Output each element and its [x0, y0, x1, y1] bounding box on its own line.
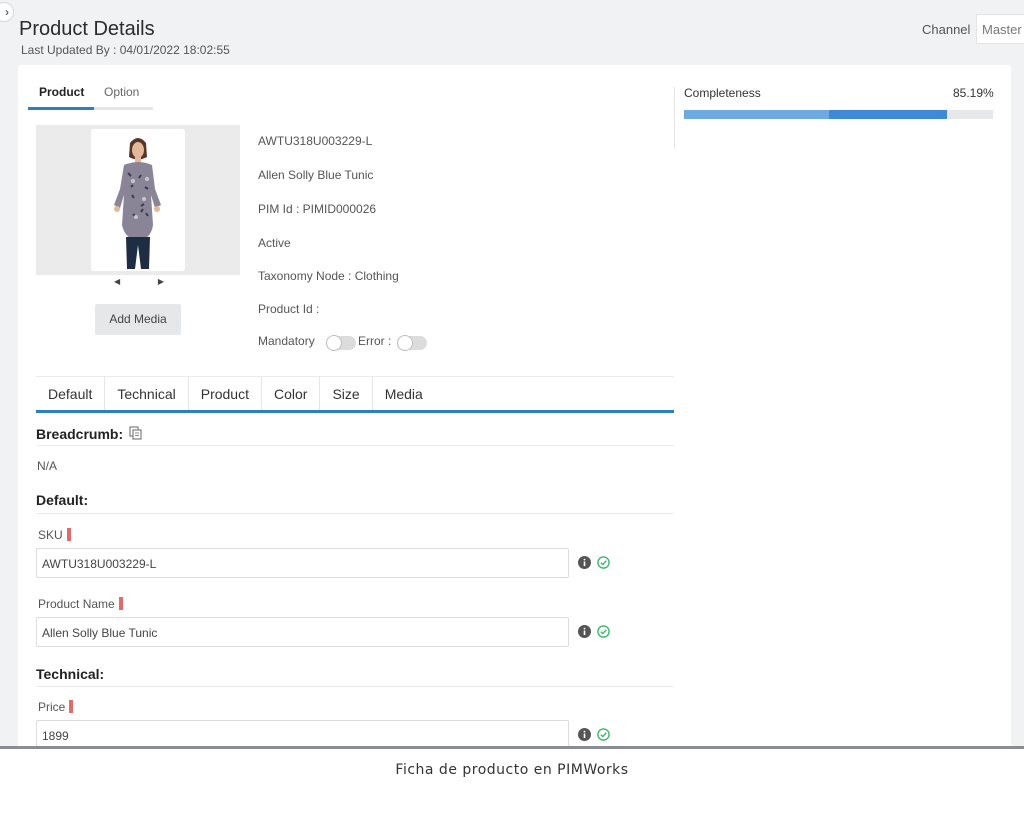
page-title: Product Details: [19, 18, 155, 40]
product-name-label: Product Name: [38, 597, 123, 611]
mandatory-label: Mandatory: [258, 334, 315, 348]
check-circle-icon: [597, 625, 610, 638]
completeness-label: Completeness: [684, 86, 761, 100]
channel-select[interactable]: Master: [976, 14, 1024, 44]
tab-default[interactable]: Default: [36, 377, 106, 410]
breadcrumb-value: N/A: [37, 459, 58, 473]
price-label-text: Price: [38, 700, 66, 714]
technical-heading: Technical:: [36, 666, 105, 682]
app-window: › Product Details Last Updated By : 04/0…: [0, 0, 1024, 746]
divider: [36, 513, 674, 514]
tab-media[interactable]: Media: [373, 377, 435, 410]
divider: [36, 445, 674, 446]
required-marker: [69, 700, 74, 713]
tab-size[interactable]: Size: [320, 377, 373, 410]
completeness-fill: [829, 110, 947, 119]
required-marker: [66, 528, 71, 541]
divider: [36, 686, 674, 687]
sku-label: SKU: [38, 528, 71, 542]
product-id: Product Id :: [258, 302, 320, 316]
channel-label: Channel: [922, 22, 971, 37]
column-divider: [674, 87, 675, 149]
sku-label-text: SKU: [38, 528, 63, 542]
tab-color[interactable]: Color: [262, 377, 321, 410]
completeness-fill-light: [684, 110, 829, 119]
completeness-value: 85.19%: [953, 86, 994, 100]
error-label: Error :: [358, 334, 392, 348]
next-image-icon[interactable]: ▶: [158, 277, 164, 286]
toggle-knob: [397, 335, 413, 351]
product-name-label-text: Product Name: [38, 597, 115, 611]
model-photo: [114, 138, 161, 269]
taxonomy-node: Taxonomy Node : Clothing: [258, 269, 399, 283]
product-image-area: [36, 125, 240, 275]
check-circle-icon: [597, 556, 610, 569]
mandatory-toggle[interactable]: [326, 335, 356, 351]
status-text: Active: [258, 236, 291, 250]
tab-option[interactable]: Option: [104, 85, 139, 99]
error-toggle[interactable]: [397, 335, 427, 351]
product-name-input[interactable]: Allen Solly Blue Tunic: [36, 617, 569, 647]
check-circle-icon: [597, 728, 610, 741]
tab-product-attrs[interactable]: Product: [189, 377, 262, 410]
toggle-knob: [326, 335, 342, 351]
chevron-right-icon: ›: [5, 5, 9, 19]
divider: [0, 746, 1024, 749]
breadcrumb-heading: Breadcrumb:: [36, 426, 124, 442]
pim-id: PIM Id : PIMID000026: [258, 202, 377, 216]
sku-input[interactable]: AWTU318U003229-L: [36, 548, 569, 578]
product-tabs: Product Option: [28, 85, 153, 110]
attribute-tabs: Default Technical Product Color Size Med…: [36, 377, 674, 413]
default-heading: Default:: [36, 492, 89, 508]
prev-image-icon[interactable]: ◀: [114, 277, 120, 286]
copy-icon[interactable]: [129, 426, 143, 440]
product-sku: AWTU318U003229-L: [258, 134, 373, 148]
product-card: Product Option ◀ ▶ Add Media AWTU318U003…: [18, 65, 1011, 746]
completeness-bar: [684, 110, 993, 119]
sidebar-expand-button[interactable]: ›: [0, 2, 14, 22]
info-icon[interactable]: [578, 556, 591, 569]
price-label: Price: [38, 700, 74, 714]
info-icon[interactable]: [578, 625, 591, 638]
image-caption: Ficha de producto en PIMWorks: [395, 762, 629, 778]
tab-technical[interactable]: Technical: [105, 377, 189, 410]
image-nav: ◀ ▶: [114, 277, 164, 286]
product-image[interactable]: [91, 129, 185, 271]
tab-product[interactable]: Product: [39, 85, 84, 99]
product-name: Allen Solly Blue Tunic: [258, 168, 374, 182]
required-marker: [118, 597, 123, 610]
active-tab-indicator: [28, 107, 94, 110]
last-updated-text: Last Updated By : 04/01/2022 18:02:55: [21, 43, 230, 57]
add-media-button[interactable]: Add Media: [95, 304, 181, 335]
info-icon[interactable]: [578, 728, 591, 741]
price-input[interactable]: 1899: [36, 720, 569, 746]
